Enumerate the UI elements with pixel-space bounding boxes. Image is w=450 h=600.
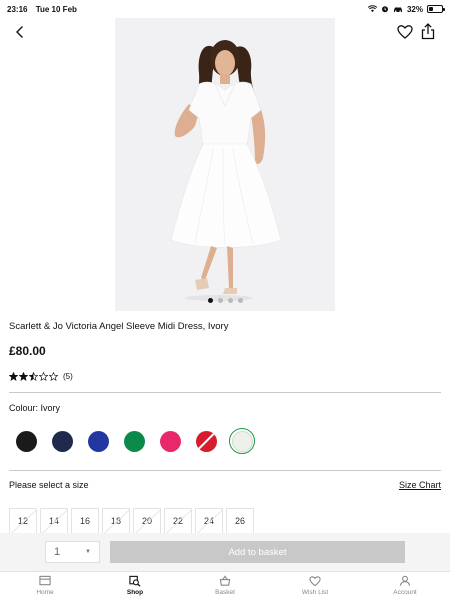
bottom-tab-bar: Home Shop Basket Wish List Account: [0, 571, 450, 600]
star-filled-icon: [9, 372, 18, 381]
tab-shop[interactable]: Shop: [90, 572, 180, 600]
status-left: 23:16 Tue 10 Feb: [7, 5, 83, 14]
status-right: 32%: [367, 4, 445, 14]
colour-swatch[interactable]: [121, 428, 147, 454]
colour-swatch[interactable]: [229, 428, 255, 454]
tab-wish-list[interactable]: Wish List: [270, 572, 360, 600]
colour-swatch[interactable]: [85, 428, 111, 454]
review-count: (5): [63, 372, 73, 381]
basket-icon: [219, 575, 231, 586]
size-label: Please select a size: [9, 480, 89, 490]
swatch-colour: [51, 430, 73, 452]
account-icon: [399, 575, 411, 586]
product-image[interactable]: [115, 18, 335, 311]
tab-label: Account: [393, 589, 417, 596]
star-empty-icon: [39, 372, 48, 381]
carousel-dot[interactable]: [237, 298, 243, 303]
size-option-22[interactable]: 22: [164, 508, 192, 534]
carousel-dots[interactable]: [115, 298, 335, 303]
size-option-18[interactable]: 18: [102, 508, 130, 534]
size-option-12[interactable]: 12: [9, 508, 37, 534]
size-option-26[interactable]: 26: [226, 508, 254, 534]
rating-stars: [9, 372, 58, 381]
tab-label: Basket: [215, 589, 235, 596]
colour-swatches: [13, 428, 255, 454]
product-rating[interactable]: (5): [9, 372, 73, 381]
status-time: 23:16: [7, 4, 28, 14]
basket-bar: 1 ▼ Add to basket: [0, 533, 450, 571]
swatch-colour: [159, 430, 181, 452]
battery-percent: 32%: [406, 4, 423, 14]
divider: [9, 392, 441, 393]
carousel-dot[interactable]: [217, 298, 223, 303]
tab-label: Home: [36, 589, 54, 596]
wishlist-heart-icon[interactable]: [397, 24, 413, 40]
alarm-icon: [381, 6, 388, 13]
carousel-dot[interactable]: [227, 298, 233, 303]
battery-icon: [427, 5, 445, 13]
size-option-24[interactable]: 24: [195, 508, 223, 534]
colour-swatch[interactable]: [13, 428, 39, 454]
chevron-down-icon: ▼: [85, 549, 91, 555]
tab-home[interactable]: Home: [0, 572, 90, 600]
swatch-colour: [87, 430, 109, 452]
star-filled-icon: [19, 372, 28, 381]
add-to-basket-button[interactable]: Add to basket: [110, 541, 405, 563]
divider: [9, 470, 441, 471]
product-price: £80.00: [9, 344, 46, 358]
star-half-icon: [29, 372, 38, 381]
product-title: Scarlett & Jo Victoria Angel Sleeve Midi…: [9, 321, 229, 332]
tab-label: Shop: [126, 589, 144, 596]
carousel-dot[interactable]: [207, 298, 213, 303]
size-option-16[interactable]: 16: [71, 508, 99, 534]
wifi-icon: [367, 5, 377, 13]
colour-swatch[interactable]: [157, 428, 183, 454]
heart-icon: [309, 576, 321, 587]
home-icon: [39, 575, 51, 586]
star-empty-icon: [49, 372, 58, 381]
size-option-14[interactable]: 14: [40, 508, 68, 534]
dress-model-image: [115, 18, 335, 311]
colour-label: Colour: Ivory: [9, 403, 61, 413]
status-bar: 23:16 Tue 10 Feb 32%: [0, 0, 450, 18]
shop-search-icon: [129, 575, 141, 587]
tab-account[interactable]: Account: [360, 572, 450, 600]
tab-basket[interactable]: Basket: [180, 572, 270, 600]
size-option-20[interactable]: 20: [133, 508, 161, 534]
swatch-colour: [15, 430, 37, 452]
swatch-colour: [123, 430, 145, 452]
status-date: Tue 10 Feb: [35, 4, 77, 14]
colour-swatch[interactable]: [193, 428, 219, 454]
colour-swatch[interactable]: [49, 428, 75, 454]
quantity-value: 1: [54, 546, 61, 558]
back-chevron-icon[interactable]: [12, 24, 28, 40]
tab-label: Wish List: [301, 589, 329, 596]
quantity-select[interactable]: 1 ▼: [45, 541, 100, 563]
top-bar: [0, 18, 450, 46]
swatch-colour: [195, 430, 217, 452]
size-options: 12 14 16 18 20 22 24 26: [9, 508, 257, 534]
car-icon: [393, 7, 402, 12]
share-icon[interactable]: [420, 23, 436, 40]
size-chart-link[interactable]: Size Chart: [399, 480, 441, 490]
swatch-colour: [231, 430, 253, 452]
battery-fill: [429, 7, 433, 11]
